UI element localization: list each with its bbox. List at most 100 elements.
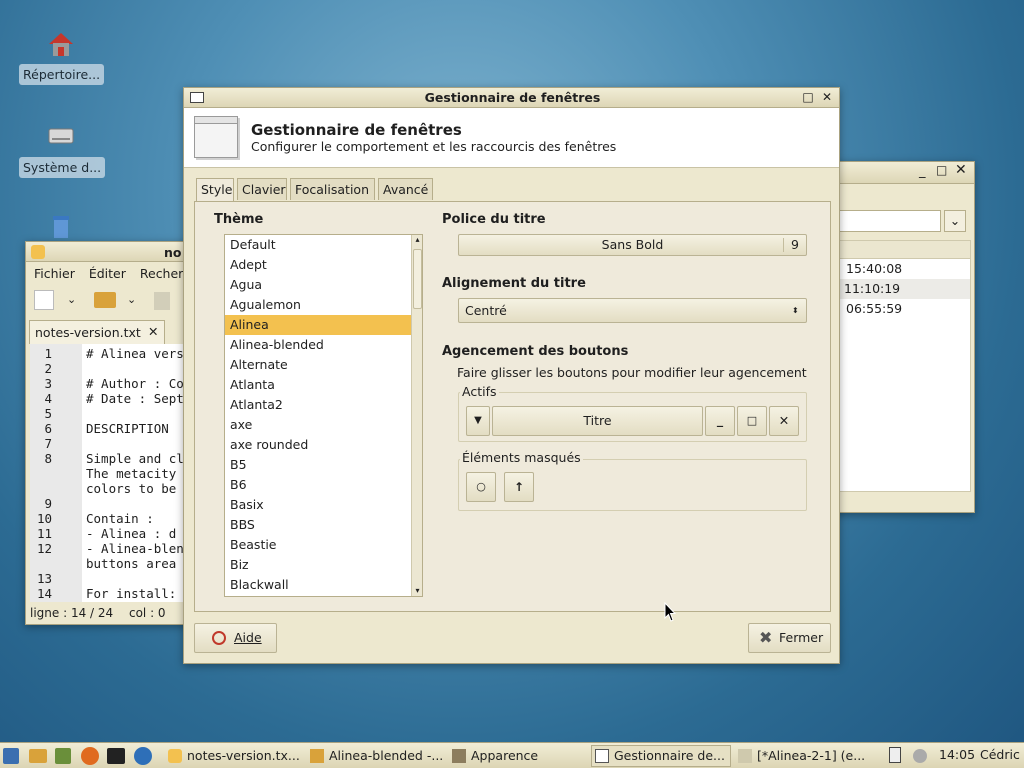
- help-button[interactable]: Aide: [194, 623, 277, 653]
- new-document-icon[interactable]: [34, 290, 54, 310]
- menu-fichier[interactable]: Fichier: [34, 266, 75, 281]
- scrollbar-thumb[interactable]: [413, 249, 422, 309]
- task-notes[interactable]: notes-version.tx...: [164, 745, 304, 767]
- editor-window[interactable]: no Fichier Éditer Recherc ⌄ ⌄ notes-vers…: [25, 241, 190, 625]
- dialog-titlebar[interactable]: Gestionnaire de fenêtres □ ✕: [184, 88, 839, 108]
- alignment-combo[interactable]: Centré ⬍: [458, 298, 807, 323]
- close-button[interactable]: ✖ Fermer: [748, 623, 831, 653]
- code-line: 13: [30, 571, 188, 586]
- tab-style[interactable]: Style: [196, 178, 234, 201]
- task-apparence[interactable]: Apparence: [448, 745, 588, 767]
- task-alinea-blended[interactable]: Alinea-blended -...: [306, 745, 446, 767]
- minimize-icon[interactable]: _: [705, 406, 735, 436]
- list-item[interactable]: 15:40:08: [840, 259, 970, 279]
- editor-app-icon: [168, 749, 182, 763]
- close-icon[interactable]: ✕: [955, 162, 967, 178]
- editor-tab[interactable]: notes-version.txt ✕: [29, 320, 165, 344]
- theme-item[interactable]: Basix: [225, 495, 411, 515]
- theme-item[interactable]: Atlanta2: [225, 395, 411, 415]
- list-item[interactable]: 11:10:19: [840, 279, 970, 299]
- firefox-icon[interactable]: [81, 747, 99, 765]
- scroll-up-icon[interactable]: ▴: [412, 235, 422, 245]
- theme-item[interactable]: Alternate: [225, 355, 411, 375]
- path-input[interactable]: [839, 210, 941, 232]
- back-window-titlebar[interactable]: _ □ ✕: [835, 162, 974, 184]
- theme-item[interactable]: Adept: [225, 255, 411, 275]
- code-line: 11 - Alinea : d: [30, 526, 188, 541]
- chevron-down-icon[interactable]: ⌄: [127, 293, 136, 306]
- help-lifebuoy-icon: [212, 631, 226, 645]
- editor-title: no: [164, 245, 182, 260]
- theme-item[interactable]: Alinea: [225, 315, 411, 335]
- close-icon[interactable]: ✕: [821, 91, 833, 103]
- theme-item[interactable]: Biz: [225, 555, 411, 575]
- editor-statusbar: ligne : 14 / 24 col : 0: [30, 606, 166, 620]
- user-name[interactable]: Cédric: [980, 747, 1020, 762]
- status-line: ligne : 14 / 24: [30, 606, 114, 620]
- open-folder-icon[interactable]: [94, 292, 116, 308]
- menu-button-icon[interactable]: ▼: [466, 406, 490, 436]
- theme-item[interactable]: BBS: [225, 515, 411, 535]
- title-button[interactable]: Titre: [492, 406, 703, 436]
- terminal-icon[interactable]: [107, 748, 125, 764]
- theme-item[interactable]: B5: [225, 455, 411, 475]
- maximize-icon[interactable]: □: [936, 163, 947, 177]
- editor-titlebar[interactable]: no: [26, 242, 189, 262]
- minimize-icon[interactable]: _: [919, 164, 926, 179]
- code-line: 12 - Alinea-blen: [30, 541, 188, 556]
- scroll-down-icon[interactable]: ▾: [412, 586, 422, 596]
- theme-item[interactable]: axe: [225, 415, 411, 435]
- tab-clavier[interactable]: Clavier: [237, 178, 287, 200]
- font-button[interactable]: Sans Bold 9: [458, 234, 807, 256]
- alignment-value: Centré: [465, 303, 507, 318]
- editor-menubar[interactable]: Fichier Éditer Recherc: [34, 266, 200, 281]
- tab-avance[interactable]: Avancé: [378, 178, 433, 200]
- tab-strip[interactable]: Style Clavier Focalisation Avancé: [196, 178, 436, 202]
- network-icon[interactable]: [134, 747, 152, 765]
- file-manager-icon[interactable]: [29, 749, 47, 763]
- shade-circle-icon[interactable]: ○: [466, 472, 496, 502]
- image-viewer-icon[interactable]: [55, 748, 71, 764]
- clock[interactable]: 14:05: [939, 747, 975, 762]
- theme-item[interactable]: Blackwall: [225, 575, 411, 595]
- window-manager-dialog[interactable]: Gestionnaire de fenêtres □ ✕ Gestionnair…: [183, 87, 840, 664]
- maximize-icon[interactable]: □: [802, 91, 814, 103]
- theme-item[interactable]: Atlanta: [225, 375, 411, 395]
- line-number: 9: [44, 496, 52, 511]
- button-layout-hint: Faire glisser les boutons pour modifier …: [457, 365, 807, 380]
- theme-item[interactable]: axe rounded: [225, 435, 411, 455]
- theme-list[interactable]: Default Adept Agua Agualemon Alinea Alinea-bl…: [224, 234, 423, 597]
- close-icon[interactable]: ✕: [769, 406, 799, 436]
- volume-icon[interactable]: [913, 749, 927, 763]
- editor-text-area[interactable]: 1 # Alinea vers 2 3 # Author : Co 4 # Date : S…: [30, 344, 188, 602]
- list-item[interactable]: 06:55:59: [840, 299, 970, 319]
- close-tab-icon[interactable]: ✕: [148, 324, 158, 339]
- menu-editer[interactable]: Éditer: [89, 266, 126, 281]
- task-alinea-editor[interactable]: [*Alinea-2-1] (e...: [734, 745, 876, 767]
- code-line: The metacity: [30, 466, 188, 481]
- task-window-manager[interactable]: Gestionnaire de...: [591, 745, 731, 767]
- theme-item[interactable]: Agualemon: [225, 295, 411, 315]
- scrollbar[interactable]: ▴ ▾: [411, 235, 422, 596]
- chevron-down-icon[interactable]: ⌄: [944, 210, 966, 232]
- theme-item[interactable]: B6: [225, 475, 411, 495]
- above-arrow-icon[interactable]: ↑: [504, 472, 534, 502]
- back-window-right[interactable]: _ □ ✕ ⌄ 15:40:08 11:10:19 06:55:59: [834, 161, 975, 513]
- tab-focalisation[interactable]: Focalisation: [290, 178, 375, 200]
- button-layout-label: Agencement des boutons: [442, 344, 629, 359]
- file-list[interactable]: 15:40:08 11:10:19 06:55:59: [839, 240, 971, 492]
- desktop-icon-home[interactable]: Répertoire...: [19, 28, 105, 85]
- start-menu-icon[interactable]: [3, 748, 19, 764]
- window-manager-icon: [194, 116, 238, 158]
- battery-icon[interactable]: [889, 747, 901, 763]
- maximize-icon[interactable]: □: [737, 406, 767, 436]
- save-icon[interactable]: [154, 292, 170, 310]
- theme-item[interactable]: Agua: [225, 275, 411, 295]
- active-buttons-label: Actifs: [460, 384, 499, 399]
- theme-item[interactable]: Alinea-blended: [225, 335, 411, 355]
- chevron-down-icon[interactable]: ⌄: [67, 293, 76, 306]
- line-text: - Alinea-blen: [86, 541, 184, 556]
- theme-item[interactable]: Default: [225, 235, 411, 255]
- desktop-icon-filesystem[interactable]: Système d...: [19, 121, 106, 178]
- theme-item[interactable]: Beastie: [225, 535, 411, 555]
